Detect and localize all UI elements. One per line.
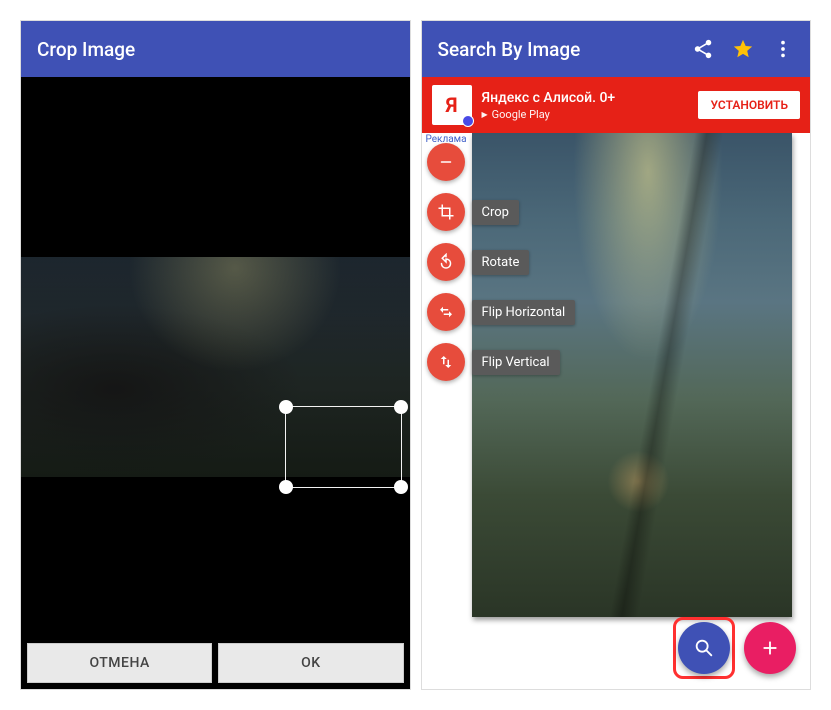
crop-title: Crop Image bbox=[37, 38, 135, 61]
crop-canvas-area bbox=[21, 77, 410, 637]
search-header: Search By Image bbox=[422, 21, 811, 77]
share-icon[interactable] bbox=[692, 38, 714, 60]
rotate-tool-label: Rotate bbox=[472, 250, 530, 275]
flip-horizontal-label: Flip Horizontal bbox=[472, 300, 576, 325]
crop-tool-button[interactable] bbox=[427, 193, 465, 231]
crop-image-screen: Crop Image ОТМЕНА OK bbox=[20, 20, 411, 690]
ad-banner[interactable]: Я Яндекс с Алисой. 0+ Google Play УСТАНО… bbox=[422, 77, 811, 133]
rotate-tool-button[interactable] bbox=[427, 243, 465, 281]
ad-text-block: Яндекс с Алисой. 0+ Google Play bbox=[482, 90, 689, 121]
crop-selection-rect[interactable] bbox=[286, 407, 401, 487]
ok-button[interactable]: OK bbox=[218, 643, 403, 683]
collapse-tools-button[interactable] bbox=[427, 143, 465, 181]
search-by-image-screen: Search By Image Я Яндекс с Алисой. 0+ Go… bbox=[421, 20, 812, 690]
crop-tool-label: Crop bbox=[472, 200, 519, 225]
add-image-fab[interactable] bbox=[744, 622, 796, 674]
flip-vertical-label: Flip Vertical bbox=[472, 350, 560, 375]
edit-tools-menu: Crop Rotate Flip Horizontal bbox=[422, 133, 482, 393]
crop-handle-top-left[interactable] bbox=[279, 400, 293, 414]
image-edit-body: Реклама Crop R bbox=[422, 133, 811, 689]
ad-icon-letter: Я bbox=[446, 93, 458, 117]
flip-horizontal-button[interactable] bbox=[427, 293, 465, 331]
crop-handle-bottom-right[interactable] bbox=[394, 480, 408, 494]
flip-vertical-button[interactable] bbox=[427, 343, 465, 381]
search-fab[interactable] bbox=[678, 622, 730, 674]
cancel-button[interactable]: ОТМЕНА bbox=[27, 643, 212, 683]
crop-footer: ОТМЕНА OK bbox=[21, 637, 410, 689]
ad-store-label: Google Play bbox=[482, 108, 689, 121]
ad-app-icon: Я bbox=[432, 85, 472, 125]
search-title: Search By Image bbox=[438, 38, 581, 61]
ad-title: Яндекс с Алисой. 0+ bbox=[482, 90, 689, 106]
crop-handle-bottom-left[interactable] bbox=[279, 480, 293, 494]
favorite-star-icon[interactable] bbox=[732, 38, 754, 60]
loaded-image-preview[interactable] bbox=[472, 133, 793, 617]
ad-install-button[interactable]: УСТАНОВИТЬ bbox=[698, 91, 800, 119]
overflow-menu-icon[interactable] bbox=[772, 38, 794, 60]
crop-handle-top-right[interactable] bbox=[394, 400, 408, 414]
crop-header: Crop Image bbox=[21, 21, 410, 77]
